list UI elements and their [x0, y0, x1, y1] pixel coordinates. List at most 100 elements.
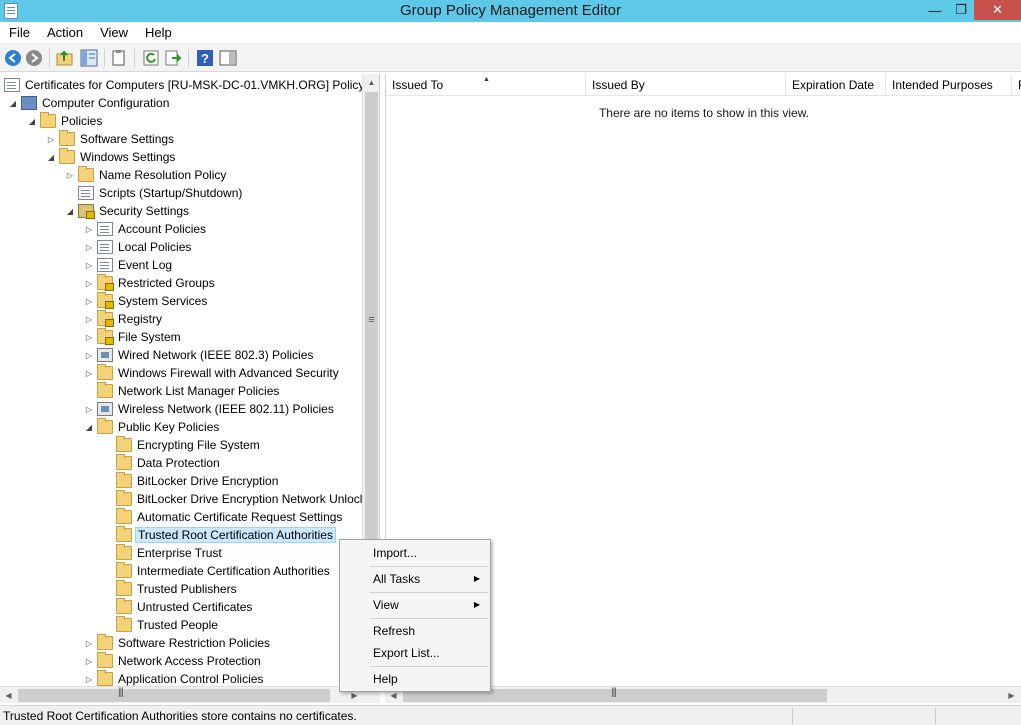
- show-hide-action-pane-icon[interactable]: [219, 49, 237, 67]
- forward-icon[interactable]: [25, 49, 43, 67]
- expand-arrow-icon[interactable]: ▷: [84, 400, 94, 418]
- column-expiration-date[interactable]: Expiration Date: [786, 74, 886, 96]
- column-intended-purposes[interactable]: Intended Purposes: [886, 74, 1012, 96]
- tree-item-bitlocker-network-unlock[interactable]: BitLocker Drive Encryption Network Unloc…: [103, 490, 364, 508]
- tree-item-trusted-people[interactable]: Trusted People: [103, 616, 220, 634]
- tree-item-system-services[interactable]: ▷ System Services: [84, 292, 209, 310]
- scrollbar-thumb[interactable]: [18, 689, 330, 702]
- tree-item-encrypting-file-system[interactable]: Encrypting File System: [103, 436, 262, 454]
- menu-file[interactable]: File: [0, 25, 38, 40]
- show-hide-tree-icon[interactable]: [80, 49, 98, 67]
- expand-arrow-icon[interactable]: ▷: [46, 130, 56, 148]
- console-tree[interactable]: Certificates for Computers [RU-MSK-DC-01…: [0, 74, 380, 686]
- scrollbar-thumb[interactable]: [365, 92, 378, 567]
- tree-item-local-policies[interactable]: ▷ Local Policies: [84, 238, 193, 256]
- scroll-up-icon[interactable]: ▲: [363, 74, 380, 91]
- tree-item-wired-network[interactable]: ▷ Wired Network (IEEE 802.3) Policies: [84, 346, 315, 364]
- expand-arrow-icon[interactable]: ▷: [84, 274, 94, 292]
- menu-item-export-list[interactable]: Export List...: [340, 643, 490, 663]
- folder-icon: [116, 580, 132, 596]
- tree-item-software-restriction[interactable]: ▷ Software Restriction Policies: [84, 634, 272, 652]
- tree-item-trusted-root-ca[interactable]: Trusted Root Certification Authorities: [103, 526, 336, 544]
- menu-item-view[interactable]: View ▶: [340, 595, 490, 615]
- back-icon[interactable]: [4, 49, 22, 67]
- expand-arrow-icon[interactable]: ▷: [84, 670, 94, 686]
- expand-arrow-icon[interactable]: ▷: [84, 652, 94, 670]
- locked-folder-icon: [97, 328, 114, 345]
- collapse-arrow-icon[interactable]: ◢: [8, 94, 18, 112]
- expand-arrow-icon[interactable]: ▷: [65, 166, 75, 184]
- tree-item-registry[interactable]: ▷ Registry: [84, 310, 164, 328]
- restore-button[interactable]: ❐: [948, 0, 974, 20]
- tree-item-intermediate-ca[interactable]: Intermediate Certification Authorities: [103, 562, 332, 580]
- column-issued-by[interactable]: Issued By: [586, 74, 786, 96]
- properties-icon[interactable]: [110, 49, 128, 67]
- tree-item-automatic-certificate-request[interactable]: Automatic Certificate Request Settings: [103, 508, 344, 526]
- menu-item-import[interactable]: Import...: [340, 543, 490, 563]
- expand-arrow-icon[interactable]: ▷: [84, 220, 94, 238]
- tree-item-security-settings[interactable]: ◢ Security Settings: [65, 202, 191, 220]
- up-folder-icon[interactable]: [56, 49, 74, 67]
- expand-arrow-icon[interactable]: ▷: [84, 634, 94, 652]
- tree-item-data-protection[interactable]: Data Protection: [103, 454, 222, 472]
- menu-view[interactable]: View: [91, 25, 136, 40]
- folder-icon: [40, 112, 56, 128]
- scroll-left-icon[interactable]: ◀: [0, 687, 17, 704]
- policy-document-icon: [4, 78, 20, 92]
- tree-item-account-policies[interactable]: ▷ Account Policies: [84, 220, 208, 238]
- menu-action[interactable]: Action: [38, 25, 91, 40]
- collapse-arrow-icon[interactable]: ◢: [46, 148, 56, 166]
- tree-item-enterprise-trust[interactable]: Enterprise Trust: [103, 544, 224, 562]
- help-icon[interactable]: ?: [196, 49, 214, 67]
- folder-icon: [116, 490, 132, 506]
- collapse-arrow-icon[interactable]: ◢: [27, 112, 37, 130]
- security-settings-icon: [78, 204, 95, 219]
- folder-icon: [116, 436, 132, 452]
- tree-item-application-control[interactable]: ▷ Application Control Policies: [84, 670, 265, 686]
- tree-item-restricted-groups[interactable]: ▷ Restricted Groups: [84, 274, 217, 292]
- computer-icon: [21, 96, 37, 110]
- tree-item-windows-firewall[interactable]: ▷ Windows Firewall with Advanced Securit…: [84, 364, 341, 382]
- tree-item-windows-settings[interactable]: ◢ Windows Settings: [46, 148, 177, 166]
- folder-icon: [97, 382, 113, 398]
- tree-item-event-log[interactable]: ▷ Event Log: [84, 256, 174, 274]
- minimize-button[interactable]: —: [922, 0, 948, 20]
- expand-arrow-icon[interactable]: ▷: [84, 310, 94, 328]
- tree-item-network-list-manager[interactable]: Network List Manager Policies: [84, 382, 281, 400]
- tree-item-computer-configuration[interactable]: ◢ Computer Configuration: [8, 94, 171, 112]
- tree-item-file-system[interactable]: ▷ File System: [84, 328, 183, 346]
- menu-item-all-tasks[interactable]: All Tasks ▶: [340, 569, 490, 589]
- folder-icon: [116, 598, 132, 614]
- expand-arrow-icon[interactable]: ▷: [84, 256, 94, 274]
- tree-item-public-key-policies[interactable]: ◢ Public Key Policies: [84, 418, 221, 436]
- close-button[interactable]: ✕: [974, 0, 1021, 20]
- menu-help[interactable]: Help: [136, 25, 180, 40]
- menu-item-help[interactable]: Help: [340, 669, 490, 689]
- expand-arrow-icon[interactable]: ▷: [84, 328, 94, 346]
- tree-horizontal-scrollbar[interactable]: ◀ ||| ▶: [0, 686, 380, 703]
- column-issued-to[interactable]: Issued To ▲: [386, 74, 586, 96]
- menu-item-refresh[interactable]: Refresh: [340, 621, 490, 641]
- tree-item-wireless-network[interactable]: ▷ Wireless Network (IEEE 802.11) Policie…: [84, 400, 336, 418]
- tree-item-name-resolution-policy[interactable]: ▷ Name Resolution Policy: [65, 166, 228, 184]
- tree-item-trusted-publishers[interactable]: Trusted Publishers: [103, 580, 239, 598]
- scroll-right-icon[interactable]: ▶: [1003, 687, 1020, 704]
- collapse-arrow-icon[interactable]: ◢: [65, 202, 75, 220]
- expand-arrow-icon[interactable]: ▷: [84, 346, 94, 364]
- expand-arrow-icon[interactable]: ▷: [84, 364, 94, 382]
- tree-item-network-access-protection[interactable]: ▷ Network Access Protection: [84, 652, 263, 670]
- collapse-arrow-icon[interactable]: ◢: [84, 418, 94, 436]
- tree-item-software-settings[interactable]: ▷ Software Settings: [46, 130, 176, 148]
- expand-arrow-icon[interactable]: ▷: [84, 292, 94, 310]
- folder-icon: [116, 544, 132, 560]
- column-friendly-name[interactable]: F: [1012, 74, 1021, 96]
- expand-arrow-icon[interactable]: ▷: [84, 238, 94, 256]
- tree-item-policies[interactable]: ◢ Policies: [27, 112, 104, 130]
- folder-icon: [97, 634, 113, 650]
- tree-item-scripts[interactable]: Scripts (Startup/Shutdown): [65, 184, 244, 202]
- tree-item-bitlocker[interactable]: BitLocker Drive Encryption: [103, 472, 280, 490]
- refresh-icon[interactable]: [142, 49, 160, 67]
- export-list-icon[interactable]: [164, 49, 182, 67]
- tree-item-root[interactable]: Certificates for Computers [RU-MSK-DC-01…: [4, 76, 366, 94]
- tree-item-untrusted-certificates[interactable]: Untrusted Certificates: [103, 598, 254, 616]
